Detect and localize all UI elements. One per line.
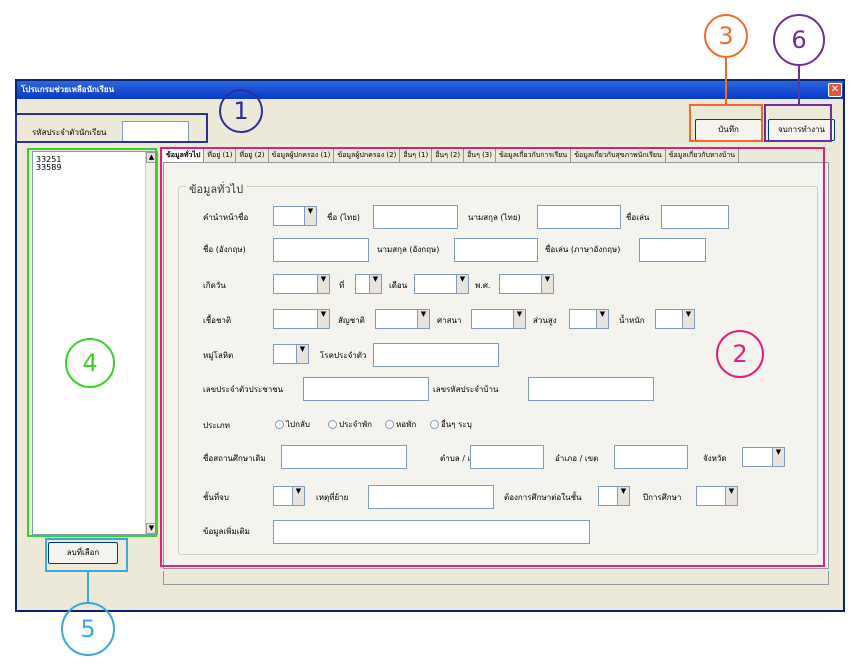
window-title: โปรแกรมช่วยเหลือนักเรียน (21, 85, 115, 94)
title-bar: โปรแกรมช่วยเหลือนักเรียน (17, 81, 843, 99)
annotation-box-1 (15, 113, 208, 143)
annotation-circle-3: 3 (704, 14, 748, 58)
annotation-circle-6: 6 (773, 14, 825, 66)
annotation-circle-1: 1 (219, 89, 263, 133)
annotation-circle-4: 4 (65, 338, 115, 388)
close-icon[interactable]: ✕ (828, 83, 842, 97)
annotation-box-6 (764, 104, 832, 142)
annotation-box-3 (689, 104, 763, 142)
annotation-line-6 (798, 66, 800, 104)
annotation-circle-2: 2 (716, 330, 764, 378)
annotation-box-5 (45, 538, 128, 572)
annotation-circle-5: 5 (61, 602, 115, 656)
annotation-line-5 (87, 572, 89, 602)
status-strip (163, 571, 829, 585)
annotation-line-3 (725, 58, 727, 104)
